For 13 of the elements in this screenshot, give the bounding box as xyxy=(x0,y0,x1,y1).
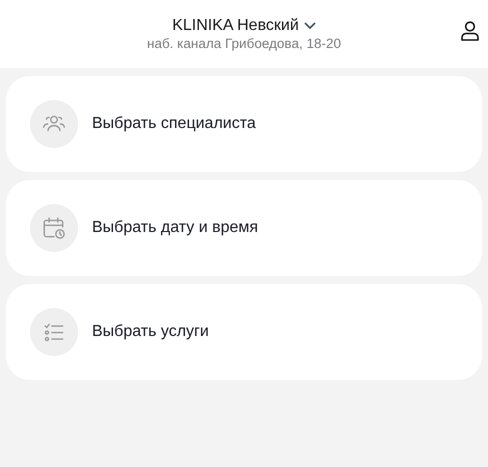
option-label: Выбрать специалиста xyxy=(92,115,256,133)
option-card[interactable]: Выбрать услуги xyxy=(6,284,482,380)
calendar-clock-icon xyxy=(30,204,78,252)
checklist-icon xyxy=(30,308,78,356)
option-label: Выбрать услуги xyxy=(92,323,209,341)
clinic-name[interactable]: KLINIKA Невский xyxy=(172,16,299,34)
clinic-address: наб. канала Грибоедова, 18-20 xyxy=(146,36,341,50)
chevron-down-icon[interactable] xyxy=(304,22,316,30)
option-label: Выбрать дату и время xyxy=(92,219,258,237)
people-icon xyxy=(30,100,78,148)
option-card[interactable]: Выбрать дату и время xyxy=(6,180,482,276)
option-card[interactable]: Выбрать специалиста xyxy=(6,76,482,172)
user-icon[interactable] xyxy=(461,21,479,41)
